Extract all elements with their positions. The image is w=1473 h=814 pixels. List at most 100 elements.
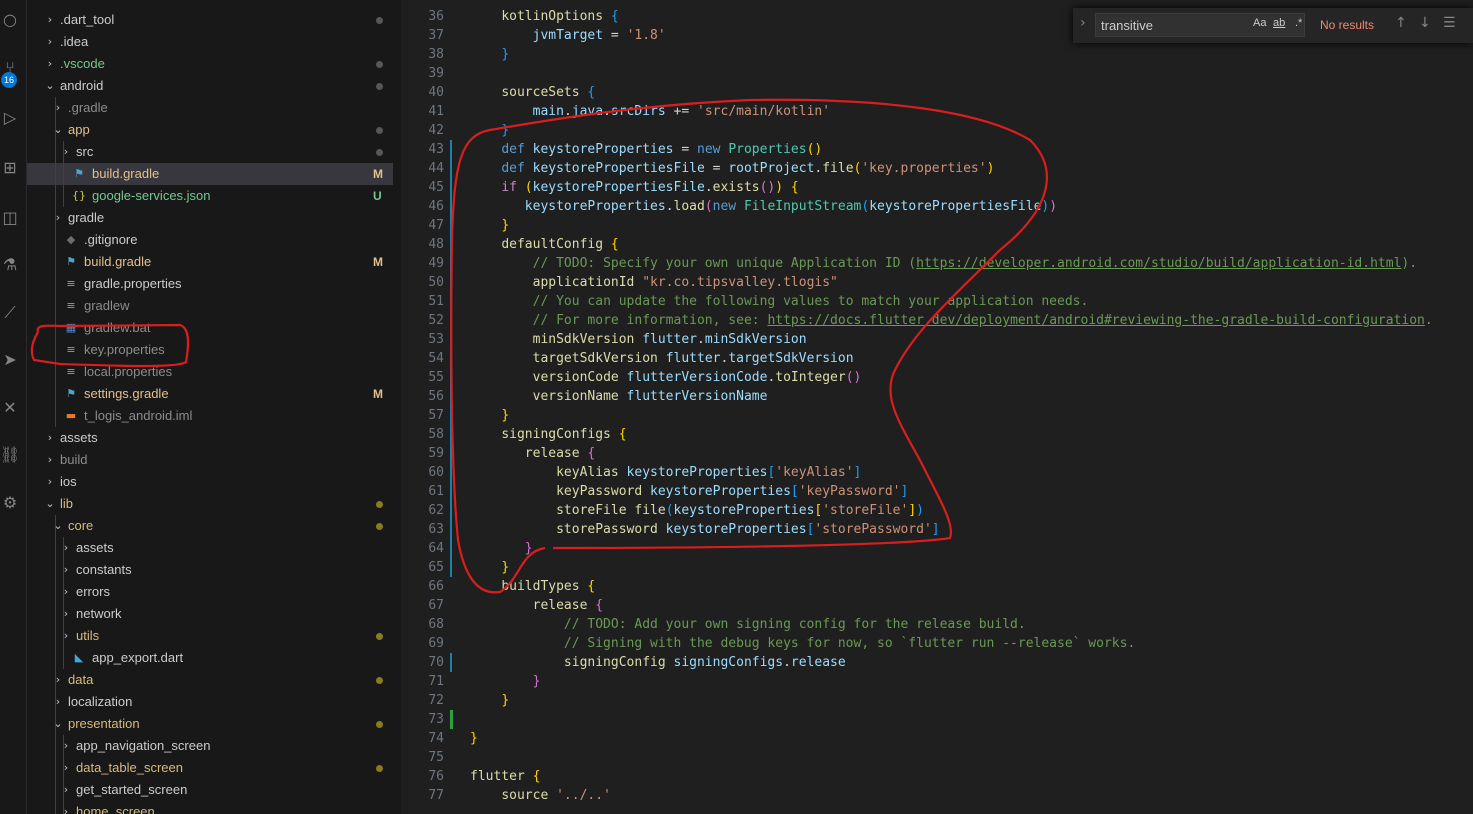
gutter-modified-marker[interactable]	[450, 140, 452, 159]
code-line[interactable]: 74}	[402, 729, 1473, 748]
gutter-modified-marker[interactable]	[450, 558, 452, 577]
git-lens-icon[interactable]: ⛓	[0, 445, 20, 465]
code-line[interactable]: 68 // TODO: Add your own signing config …	[402, 615, 1473, 634]
tree-item-data[interactable]: › data	[27, 669, 393, 691]
tree-item-src[interactable]: › src	[27, 141, 393, 163]
gutter-modified-marker[interactable]	[450, 520, 452, 539]
chevron-right-icon[interactable]: ›	[59, 625, 73, 647]
code-line[interactable]: 48 defaultConfig {	[402, 235, 1473, 254]
chevron-right-icon[interactable]: ›	[43, 31, 57, 53]
tree-item-lib[interactable]: ⌄ lib	[27, 493, 393, 515]
code-line[interactable]: 58 signingConfigs {	[402, 425, 1473, 444]
code-line[interactable]: 76 flutter {	[402, 767, 1473, 786]
code-line[interactable]: 63 storePassword keystoreProperties['sto…	[402, 520, 1473, 539]
code-line[interactable]: 46 keystoreProperties.load(new FileInput…	[402, 197, 1473, 216]
code-line[interactable]: 56 versionName flutterVersionName	[402, 387, 1473, 406]
code-line[interactable]: 41 main.java.srcDirs += 'src/main/kotlin…	[402, 102, 1473, 121]
code-line[interactable]: 70 signingConfig signingConfigs.release	[402, 653, 1473, 672]
gutter-modified-marker[interactable]	[450, 197, 452, 216]
gutter-modified-marker[interactable]	[450, 368, 452, 387]
code-line[interactable]: 69 // Signing with the debug keys for no…	[402, 634, 1473, 653]
code-line[interactable]: 67 release {	[402, 596, 1473, 615]
code-line[interactable]: 53 minSdkVersion flutter.minSdkVersion	[402, 330, 1473, 349]
tree-item-presentation[interactable]: ⌄ presentation	[27, 713, 393, 735]
previous-match-arrow-icon[interactable]: ↑	[1395, 15, 1407, 31]
tree-item-android[interactable]: ⌄ android	[27, 75, 393, 97]
tools-icon[interactable]: ✕	[0, 398, 20, 418]
code-line[interactable]: 66 buildTypes {	[402, 577, 1473, 596]
tree-item-localization[interactable]: › localization	[27, 691, 393, 713]
code-line[interactable]: 59 release {	[402, 444, 1473, 463]
chevron-right-icon[interactable]: ›	[59, 559, 73, 581]
chevron-right-icon[interactable]: ›	[51, 669, 65, 691]
match-whole-word-button[interactable]: ab	[1273, 17, 1285, 29]
chevron-right-icon[interactable]: ›	[59, 735, 73, 757]
settings-gear-icon[interactable]: ⚙	[0, 493, 20, 513]
gutter-modified-marker[interactable]	[450, 387, 452, 406]
tree-item-t-logis-android-iml[interactable]: ▬ t_logis_android.iml	[27, 405, 393, 427]
search-icon[interactable]: ○	[0, 10, 20, 30]
code-line[interactable]: 62 storeFile file(keystoreProperties['st…	[402, 501, 1473, 520]
gutter-modified-marker[interactable]	[450, 273, 452, 292]
gutter-modified-marker[interactable]	[450, 501, 452, 520]
code-line[interactable]: 75	[402, 748, 1473, 767]
code-line[interactable]: 54 targetSdkVersion flutter.targetSdkVer…	[402, 349, 1473, 368]
gutter-modified-marker[interactable]	[450, 406, 452, 425]
chevron-right-icon[interactable]: ›	[51, 207, 65, 229]
chevron-right-icon[interactable]: ›	[43, 53, 57, 75]
match-case-button[interactable]: Aa	[1253, 17, 1266, 29]
testing-icon[interactable]: ⚗	[0, 255, 20, 275]
tree-item-utils[interactable]: › utils	[27, 625, 393, 647]
git-graph-icon[interactable]: ➤	[0, 350, 20, 370]
gutter-added-marker[interactable]	[450, 710, 453, 729]
tree-item-gradlew-bat[interactable]: ▦ gradlew.bat	[27, 317, 393, 339]
chevron-right-icon[interactable]: ›	[43, 471, 57, 493]
tree-item-ios[interactable]: › ios	[27, 471, 393, 493]
chevron-right-icon[interactable]: ›	[59, 801, 73, 814]
code-line[interactable]: 42 }	[402, 121, 1473, 140]
chevron-right-icon[interactable]: ›	[59, 779, 73, 801]
flutter-icon[interactable]: ⟋	[0, 303, 20, 323]
tree-item-gitignore[interactable]: ◆ .gitignore	[27, 229, 393, 251]
code-line[interactable]: 72 }	[402, 691, 1473, 710]
tree-item-constants[interactable]: › constants	[27, 559, 393, 581]
find-in-selection-icon[interactable]: ☰	[1443, 15, 1456, 31]
code-line[interactable]: 49 // TODO: Specify your own unique Appl…	[402, 254, 1473, 273]
gutter-modified-marker[interactable]	[450, 463, 452, 482]
chevron-right-icon[interactable]: ›	[51, 691, 65, 713]
extensions-icon[interactable]: ⊞	[0, 158, 20, 178]
remote-explorer-icon[interactable]: ◫	[0, 208, 20, 228]
code-line[interactable]: 65 }	[402, 558, 1473, 577]
tree-item-core[interactable]: ⌄ core	[27, 515, 393, 537]
tree-item-app-export-dart[interactable]: ◣ app_export.dart	[27, 647, 393, 669]
gutter-modified-marker[interactable]	[450, 311, 452, 330]
chevron-down-icon[interactable]: ⌄	[51, 119, 65, 141]
code-line[interactable]: 47 }	[402, 216, 1473, 235]
gutter-modified-marker[interactable]	[450, 653, 452, 672]
run-debug-icon[interactable]: ▷	[0, 108, 20, 128]
gutter-modified-marker[interactable]	[450, 539, 452, 558]
gutter-modified-marker[interactable]	[450, 482, 452, 501]
code-line[interactable]: 64 }	[402, 539, 1473, 558]
tree-item-app-navigation-screen[interactable]: › app_navigation_screen	[27, 735, 393, 757]
code-line[interactable]: 73	[402, 710, 1473, 729]
tree-item-local-properties[interactable]: ≡ local.properties	[27, 361, 393, 383]
chevron-right-icon[interactable]: ›	[59, 141, 73, 163]
chevron-right-icon[interactable]: ›	[59, 757, 73, 779]
code-line[interactable]: 51 // You can update the following value…	[402, 292, 1473, 311]
chevron-right-icon[interactable]: ›	[59, 603, 73, 625]
tree-item-app[interactable]: ⌄ app	[27, 119, 393, 141]
tree-item-data-table-screen[interactable]: › data_table_screen	[27, 757, 393, 779]
tree-item-gradle-properties[interactable]: ≡ gradle.properties	[27, 273, 393, 295]
gutter-modified-marker[interactable]	[450, 216, 452, 235]
gutter-modified-marker[interactable]	[450, 235, 452, 254]
gutter-modified-marker[interactable]	[450, 254, 452, 273]
chevron-down-icon[interactable]: ⌄	[51, 713, 65, 735]
tree-item-key-properties[interactable]: ≡ key.properties	[27, 339, 393, 361]
tree-item-settings-gradle[interactable]: ⚑ settings.gradle M	[27, 383, 393, 405]
tree-item-gradle[interactable]: › gradle	[27, 207, 393, 229]
gutter-modified-marker[interactable]	[450, 159, 452, 178]
toggle-replace-chevron-icon[interactable]: ›	[1080, 15, 1086, 31]
gutter-modified-marker[interactable]	[450, 425, 452, 444]
tree-item-dart-tool[interactable]: › .dart_tool	[27, 9, 393, 31]
